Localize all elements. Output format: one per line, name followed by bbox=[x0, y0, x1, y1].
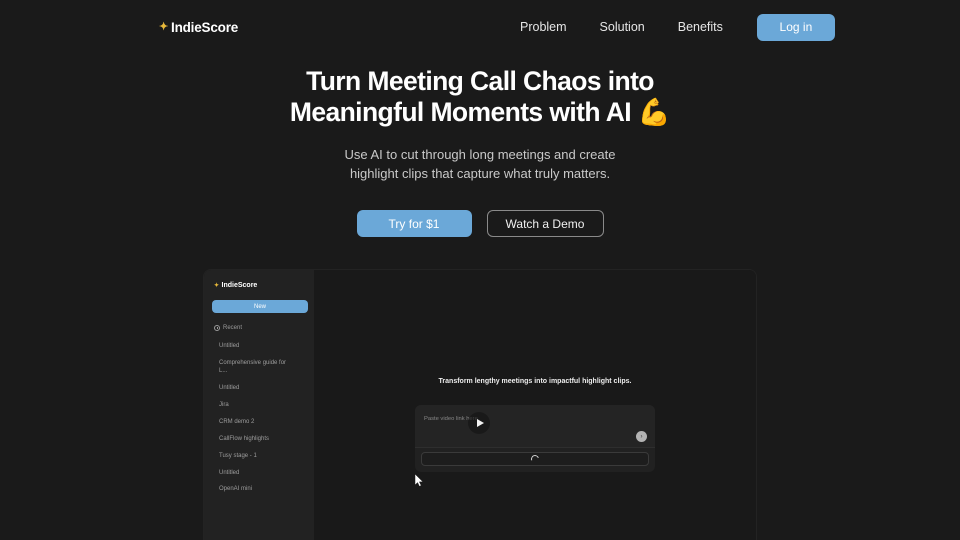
list-item[interactable]: Jira bbox=[212, 397, 306, 414]
cta-row: Try for $1 Watch a Demo bbox=[0, 210, 960, 238]
play-icon[interactable] bbox=[468, 412, 490, 434]
sparkle-icon: ✦ bbox=[214, 282, 220, 289]
recent-label: Recent bbox=[223, 325, 243, 331]
list-item[interactable]: OpenAI mini bbox=[212, 481, 306, 498]
action-row bbox=[415, 448, 655, 472]
recent-list: Untitled Comprehensive guide for L... Un… bbox=[212, 338, 306, 498]
nav-link-solution[interactable]: Solution bbox=[600, 14, 645, 40]
top-navbar: ✦ IndieScore Problem Solution Benefits L… bbox=[0, 0, 960, 54]
nav-links: Problem Solution Benefits Log in bbox=[520, 13, 835, 41]
hero-section: Turn Meeting Call Chaos into Meaningful … bbox=[0, 66, 960, 238]
brand-logo[interactable]: ✦ IndieScore bbox=[159, 20, 238, 35]
list-item[interactable]: Tusy stage - 1 bbox=[212, 447, 306, 464]
nav-link-benefits[interactable]: Benefits bbox=[678, 14, 723, 40]
clock-icon bbox=[214, 325, 220, 331]
list-item[interactable]: Untitled bbox=[212, 464, 306, 481]
app-sidebar-brand[interactable]: ✦ IndieScore bbox=[212, 278, 306, 289]
video-preview-area[interactable]: Paste video link here › bbox=[415, 405, 655, 448]
sparkle-icon: ✦ bbox=[159, 20, 169, 33]
play-triangle bbox=[476, 419, 484, 427]
hero-title: Turn Meeting Call Chaos into Meaningful … bbox=[289, 66, 671, 127]
new-button[interactable]: New bbox=[212, 300, 308, 313]
list-item[interactable]: Untitled bbox=[212, 380, 306, 397]
app-tagline: Transform lengthy meetings into impactfu… bbox=[438, 378, 632, 385]
nav-link-problem[interactable]: Problem bbox=[520, 14, 567, 40]
list-item[interactable]: CRM demo 2 bbox=[212, 414, 306, 431]
video-input-card: Paste video link here › bbox=[415, 405, 655, 472]
brand-name: IndieScore bbox=[171, 19, 239, 35]
app-sidebar-brand-name: IndieScore bbox=[221, 282, 258, 289]
watch-demo-button[interactable]: Watch a Demo bbox=[486, 210, 604, 238]
generate-button[interactable] bbox=[421, 452, 649, 466]
list-item[interactable]: Untitled bbox=[212, 338, 306, 355]
list-item[interactable]: Comprehensive guide for L... bbox=[212, 355, 306, 380]
hero-subtitle: Use AI to cut through long meetings and … bbox=[344, 147, 616, 181]
try-for-1-button[interactable]: Try for $1 bbox=[356, 210, 472, 238]
login-button[interactable]: Log in bbox=[756, 13, 835, 41]
app-main-panel: Transform lengthy meetings into impactfu… bbox=[314, 270, 756, 540]
recent-section-header: Recent bbox=[212, 325, 306, 331]
app-sidebar: ✦ IndieScore New Recent Untitled Compreh… bbox=[204, 270, 314, 540]
list-item[interactable]: CallFlow highlights bbox=[212, 430, 306, 447]
app-mockup: ✦ IndieScore New Recent Untitled Compreh… bbox=[204, 270, 756, 540]
loading-spinner-icon bbox=[529, 453, 541, 465]
submit-arrow-button[interactable]: › bbox=[636, 431, 647, 442]
